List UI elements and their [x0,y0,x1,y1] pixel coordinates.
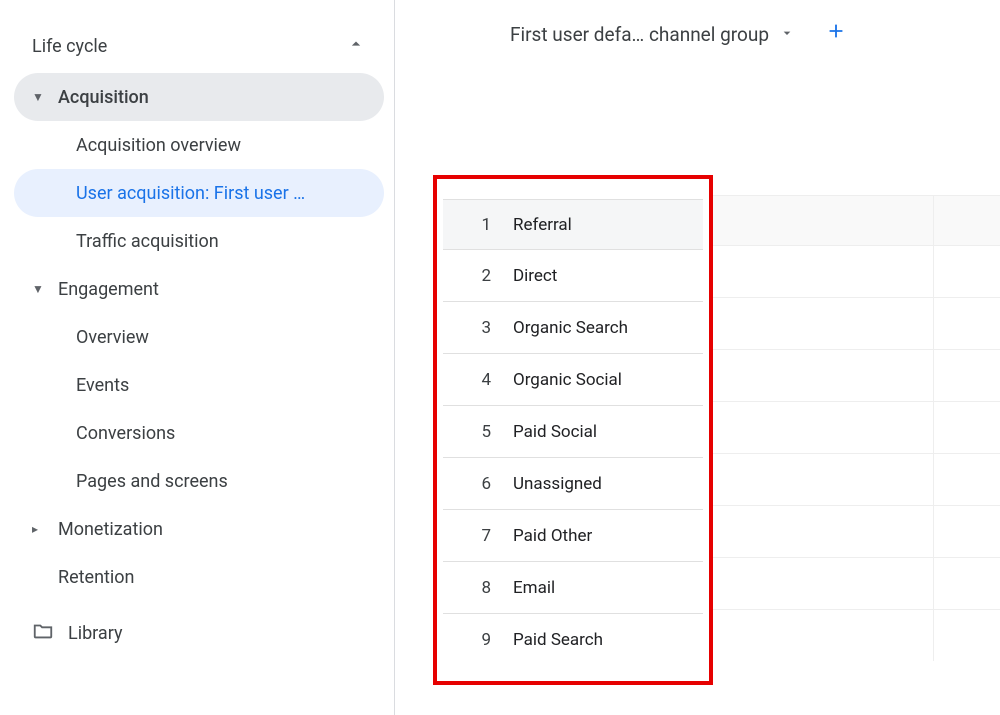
ghost-row [713,195,1000,245]
nav-item-label: Events [76,375,129,396]
table-ghost-columns [713,195,1000,661]
channel-index: 3 [443,318,513,338]
nav-item-label: Conversions [76,423,175,444]
ghost-row [713,609,1000,661]
dimension-dropdown[interactable]: First user defa… channel group [510,23,795,46]
ghost-row [713,297,1000,349]
channel-index: 8 [443,578,513,598]
channel-index: 7 [443,526,513,546]
nav-group-label: Engagement [58,279,159,300]
caret-down-icon: ▼ [32,90,46,104]
nav-item-library[interactable]: Library [14,609,384,657]
ghost-row [713,349,1000,401]
channel-name: Organic Search [513,318,703,338]
caret-down-icon [779,23,795,46]
chevron-up-icon [346,34,366,59]
main-panel: First user defa… channel group 1 Referra… [395,0,1000,715]
caret-right-icon: ▸ [32,522,46,536]
nav-item-label: User acquisition: First user … [76,183,305,204]
channel-name: Paid Social [513,422,703,442]
channel-row[interactable]: 2 Direct [443,249,703,301]
nav-item-label: Traffic acquisition [76,231,219,252]
nav-item-engagement-overview[interactable]: Overview [14,313,384,361]
channel-row[interactable]: 4 Organic Social [443,353,703,405]
channel-list-highlight: 1 Referral 2 Direct 3 Organic Search 4 O… [433,175,713,685]
channel-index: 5 [443,422,513,442]
channel-row[interactable]: 5 Paid Social [443,405,703,457]
ghost-row [713,401,1000,453]
nav-item-label: Overview [76,327,149,348]
folder-icon [32,620,54,647]
nav-group-acquisition[interactable]: ▼ Acquisition [14,73,384,121]
nav-item-user-acquisition[interactable]: User acquisition: First user … [14,169,384,217]
nav-item-label: Acquisition overview [76,135,241,156]
nav-group-engagement[interactable]: ▼ Engagement [14,265,384,313]
sidebar: Life cycle ▼ Acquisition Acquisition ove… [0,0,395,715]
channel-name: Direct [513,266,703,286]
channel-name: Paid Other [513,526,703,546]
nav-group-label: Acquisition [58,87,149,108]
nav-item-traffic-acquisition[interactable]: Traffic acquisition [14,217,384,265]
channel-name: Paid Search [513,630,703,650]
nav-item-label: Pages and screens [76,471,228,492]
caret-down-icon: ▼ [32,282,46,296]
nav-item-events[interactable]: Events [14,361,384,409]
nav-item-conversions[interactable]: Conversions [14,409,384,457]
column-divider [933,195,934,661]
channel-row[interactable]: 8 Email [443,561,703,613]
channel-index: 1 [443,215,513,235]
channel-table: 1 Referral 2 Direct 3 Organic Search 4 O… [443,199,703,665]
channel-row[interactable]: 3 Organic Search [443,301,703,353]
ghost-row [713,453,1000,505]
ghost-row [713,245,1000,297]
channel-name: Referral [513,215,703,235]
nav-item-pages-and-screens[interactable]: Pages and screens [14,457,384,505]
section-label: Life cycle [32,36,107,57]
nav-group-monetization[interactable]: ▸ Monetization [14,505,384,553]
channel-row[interactable]: 6 Unassigned [443,457,703,509]
channel-index: 9 [443,630,513,650]
channel-index: 4 [443,370,513,390]
channel-name: Email [513,578,703,598]
nav-item-label: Retention [58,567,134,588]
channel-row[interactable]: 7 Paid Other [443,509,703,561]
ghost-row [713,505,1000,557]
channel-index: 6 [443,474,513,494]
dimension-label: First user defa… channel group [510,23,769,46]
channel-index: 2 [443,266,513,286]
channel-row[interactable]: 1 Referral [443,199,703,249]
channel-name: Organic Social [513,370,703,390]
nav-item-acquisition-overview[interactable]: Acquisition overview [14,121,384,169]
nav-item-label: Library [68,623,123,644]
nav-group-label: Monetization [58,519,163,540]
channel-row[interactable]: 9 Paid Search [443,613,703,665]
add-dimension-button[interactable] [825,20,847,48]
ghost-row [713,557,1000,609]
nav-item-retention[interactable]: Retention [14,553,384,601]
section-life-cycle[interactable]: Life cycle [14,20,384,73]
dimension-picker: First user defa… channel group [510,20,1000,48]
channel-name: Unassigned [513,474,703,494]
